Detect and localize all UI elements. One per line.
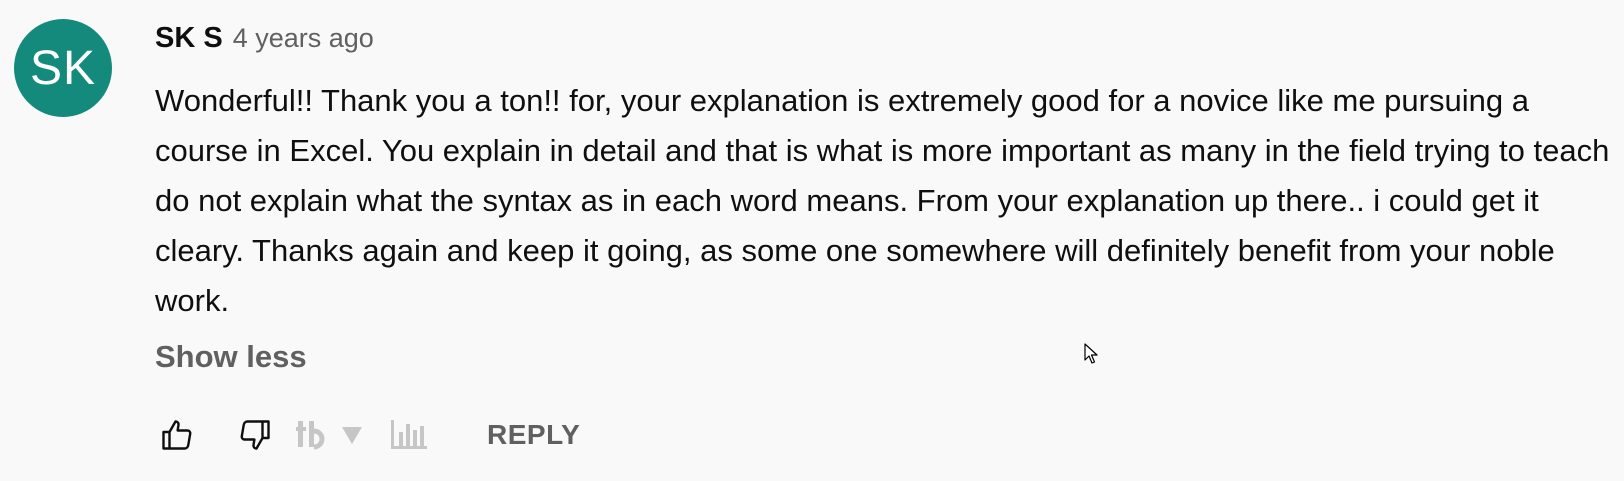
author-name[interactable]: SK S — [155, 22, 223, 55]
mouse-cursor-icon — [1084, 343, 1098, 364]
comment-action-bar: REPLY — [155, 410, 580, 460]
reply-button[interactable]: REPLY — [487, 419, 580, 451]
show-less-button[interactable]: Show less — [155, 339, 307, 375]
extension-controls — [295, 413, 431, 457]
tb-extension-icon — [296, 421, 325, 450]
comment-header: SK S 4 years ago — [155, 22, 1615, 62]
extension-dropdown[interactable] — [337, 413, 367, 457]
avatar-initials: SK — [29, 41, 97, 95]
comment-body: SK S 4 years ago Wonderful!! Thank you a… — [155, 22, 1615, 375]
dislike-button[interactable] — [233, 413, 277, 457]
thumbs-down-icon — [240, 420, 270, 450]
comment-text: Wonderful!! Thank you a ton!! for, your … — [155, 83, 1610, 318]
avatar[interactable]: SK — [14, 19, 112, 117]
stats-button[interactable] — [387, 413, 431, 457]
thumbs-up-icon — [162, 420, 192, 450]
comment-timestamp[interactable]: 4 years ago — [233, 23, 374, 54]
bar-chart-icon — [391, 420, 427, 449]
like-button[interactable] — [155, 413, 199, 457]
comment-thread: SK SK S 4 years ago Wonderful!! Thank yo… — [0, 0, 1624, 481]
tb-extension-button[interactable] — [295, 413, 333, 457]
triangle-down-icon — [342, 427, 362, 444]
